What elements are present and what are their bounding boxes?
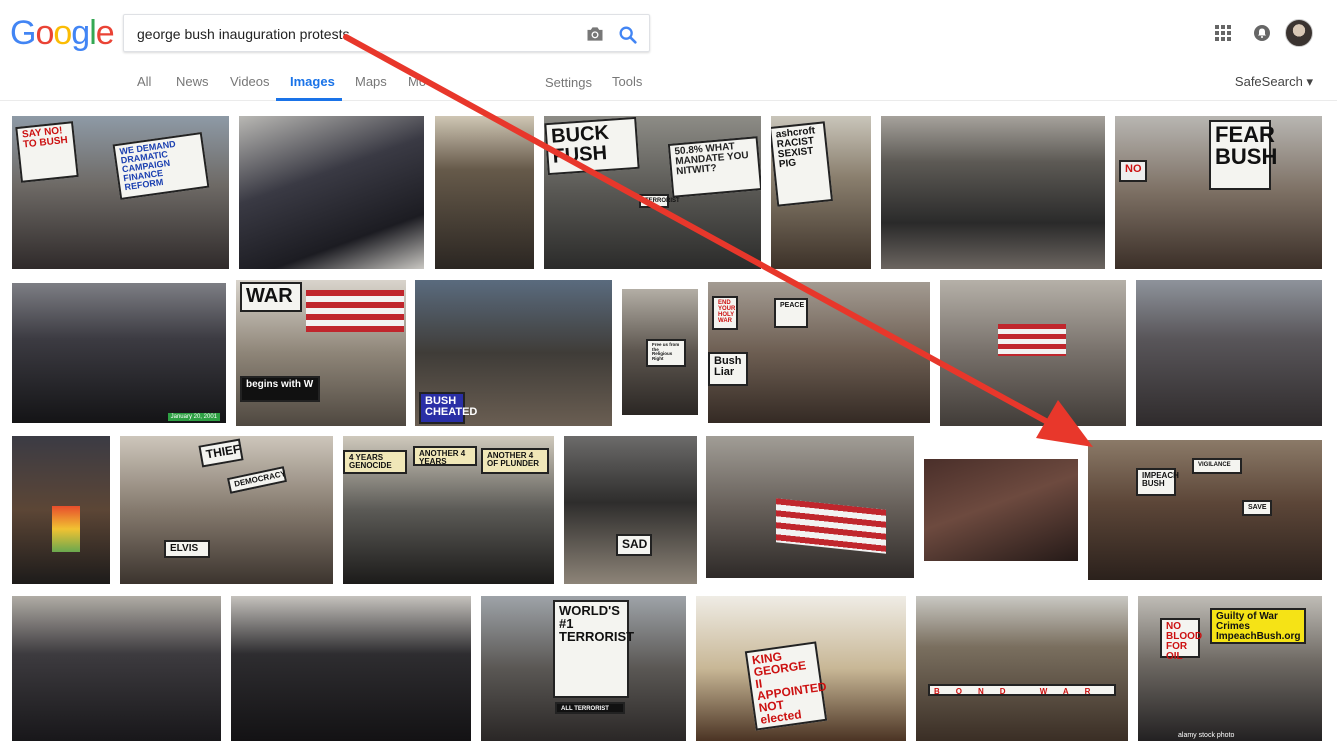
protest-sign: VIGILANCE: [1192, 458, 1242, 474]
image-result[interactable]: [706, 436, 914, 578]
protest-sign: Guilty of War Crimes ImpeachBush.org: [1210, 608, 1306, 644]
protest-sign: DEMOCRACY: [226, 466, 288, 494]
flag-image: [306, 290, 404, 332]
protest-sign: IMPEACH BUSH: [1136, 468, 1179, 496]
safesearch-dropdown[interactable]: SafeSearch ▾: [1235, 74, 1313, 90]
protest-sign: BOND WAR: [928, 684, 1116, 696]
flag-coffin-image: [998, 324, 1066, 356]
search-icon[interactable]: [617, 24, 639, 46]
protest-sign: ANOTHER 4 OF PLUNDER: [481, 448, 549, 474]
logo-letter: o: [53, 14, 72, 52]
image-result[interactable]: FEAR BUSH NO: [1115, 116, 1322, 269]
protest-sign: PEACE: [774, 298, 808, 328]
image-result[interactable]: BUSH CHEATED: [415, 280, 612, 426]
protest-sign: Bush Liar: [708, 352, 748, 386]
tab-news[interactable]: News: [176, 74, 209, 89]
protest-sign: ashcroft RACIST SEXIST PIG: [771, 121, 834, 207]
protest-sign: 50.8% WHAT MANDATE YOU NITWIT?: [667, 136, 761, 198]
protest-sign: END YOUR HOLY WAR: [712, 296, 738, 330]
google-images-page: Google All News Videos Images Maps Mo: [0, 0, 1337, 745]
active-tab-indicator: [276, 98, 342, 101]
image-result[interactable]: [881, 116, 1105, 269]
protest-sign: TERRORIST: [639, 194, 680, 208]
logo-letter: G: [10, 14, 36, 52]
image-result[interactable]: [435, 116, 534, 269]
protest-sign: ANOTHER 4 YEARS: [413, 446, 477, 466]
image-result[interactable]: ashcroft RACIST SEXIST PIG: [771, 116, 871, 269]
image-result[interactable]: BUCK FUSH 50.8% WHAT MANDATE YOU NITWIT?…: [544, 116, 761, 269]
protest-sign: SAVE: [1242, 500, 1272, 516]
protest-sign: SAY NO! TO BUSH: [15, 121, 79, 183]
search-tabs: All News Videos Images Maps Mo Settings …: [0, 60, 1337, 101]
camera-icon[interactable]: [585, 25, 605, 43]
tab-images[interactable]: Images: [290, 74, 335, 89]
google-logo[interactable]: Google: [10, 14, 115, 53]
image-result[interactable]: 4 YEARS GENOCIDE ANOTHER 4 YEARS ANOTHER…: [343, 436, 554, 584]
protest-sign: begins with W: [240, 376, 320, 402]
search-input[interactable]: [137, 24, 567, 44]
protest-sign: NO: [1119, 160, 1147, 182]
search-box[interactable]: [123, 14, 650, 52]
image-result[interactable]: KING GEORGE II APPOINTED NOT elected: [696, 596, 906, 741]
stock-watermark: alamy stock photo: [1178, 732, 1235, 739]
tab-all[interactable]: All: [137, 74, 151, 89]
colorful-sign-image: [52, 506, 80, 552]
tab-more[interactable]: Mo: [408, 74, 426, 89]
tab-videos[interactable]: Videos: [230, 74, 270, 89]
protest-sign: ELVIS: [164, 540, 210, 558]
image-result[interactable]: SAY NO! TO BUSH WE DEMAND DRAMATIC CAMPA…: [12, 116, 229, 269]
image-result[interactable]: Guilty of War Crimes ImpeachBush.org NO …: [1138, 596, 1322, 741]
image-result[interactable]: Bush Liar END YOUR HOLY WAR PEACE: [708, 282, 930, 423]
image-result[interactable]: BOND WAR: [916, 596, 1128, 741]
apps-grid-icon[interactable]: [1215, 25, 1231, 41]
protest-sign: WAR: [240, 282, 302, 312]
image-result[interactable]: [924, 459, 1078, 561]
tab-settings[interactable]: Settings: [545, 75, 592, 90]
image-result[interactable]: [12, 596, 221, 741]
protest-sign: 4 YEARS GENOCIDE: [343, 450, 407, 474]
protest-sign: BUSH CHEATED: [419, 392, 477, 424]
image-result[interactable]: [231, 596, 471, 741]
flag-coffin-image: [776, 498, 886, 554]
image-result[interactable]: [239, 116, 424, 269]
notifications-icon[interactable]: [1253, 24, 1271, 42]
image-result[interactable]: THIEF DEMOCRACY ELVIS: [120, 436, 333, 584]
protest-sign: SAD: [616, 534, 652, 556]
image-result[interactable]: Free us from the Religious Right: [622, 289, 698, 415]
image-result[interactable]: IMPEACH BUSH VIGILANCE SAVE: [1088, 440, 1322, 580]
protest-sign: WE DEMAND DRAMATIC CAMPAIGN FINANCE REFO…: [112, 132, 210, 200]
tab-tools[interactable]: Tools: [612, 74, 642, 89]
protest-sign: FEAR BUSH: [1209, 120, 1277, 190]
protest-sign: NO BLOOD FOR OIL: [1160, 618, 1202, 662]
logo-letter: o: [35, 14, 54, 52]
protest-sign: WORLD'S #1 TERRORIST: [553, 600, 634, 698]
date-stamp: January 20, 2001: [167, 413, 220, 421]
protest-sign: THIEF: [198, 438, 244, 468]
image-result[interactable]: [1136, 280, 1322, 426]
avatar[interactable]: [1285, 19, 1313, 47]
tab-maps[interactable]: Maps: [355, 74, 387, 89]
image-result[interactable]: January 20, 2001: [12, 283, 226, 423]
image-result[interactable]: [12, 436, 110, 584]
protest-sign: KING GEORGE II APPOINTED NOT elected: [744, 641, 827, 731]
image-result[interactable]: [940, 280, 1126, 426]
protest-sign: BUCK FUSH: [544, 116, 640, 176]
image-result[interactable]: WAR begins with W: [236, 280, 406, 426]
logo-letter: g: [71, 14, 90, 52]
protest-sign: ALL TERRORIST: [555, 702, 625, 714]
logo-letter: e: [95, 14, 115, 52]
image-result[interactable]: SAD: [564, 436, 697, 584]
protest-sign: Free us from the Religious Right: [646, 339, 686, 367]
image-result[interactable]: WORLD'S #1 TERRORIST ALL TERRORIST: [481, 596, 686, 741]
